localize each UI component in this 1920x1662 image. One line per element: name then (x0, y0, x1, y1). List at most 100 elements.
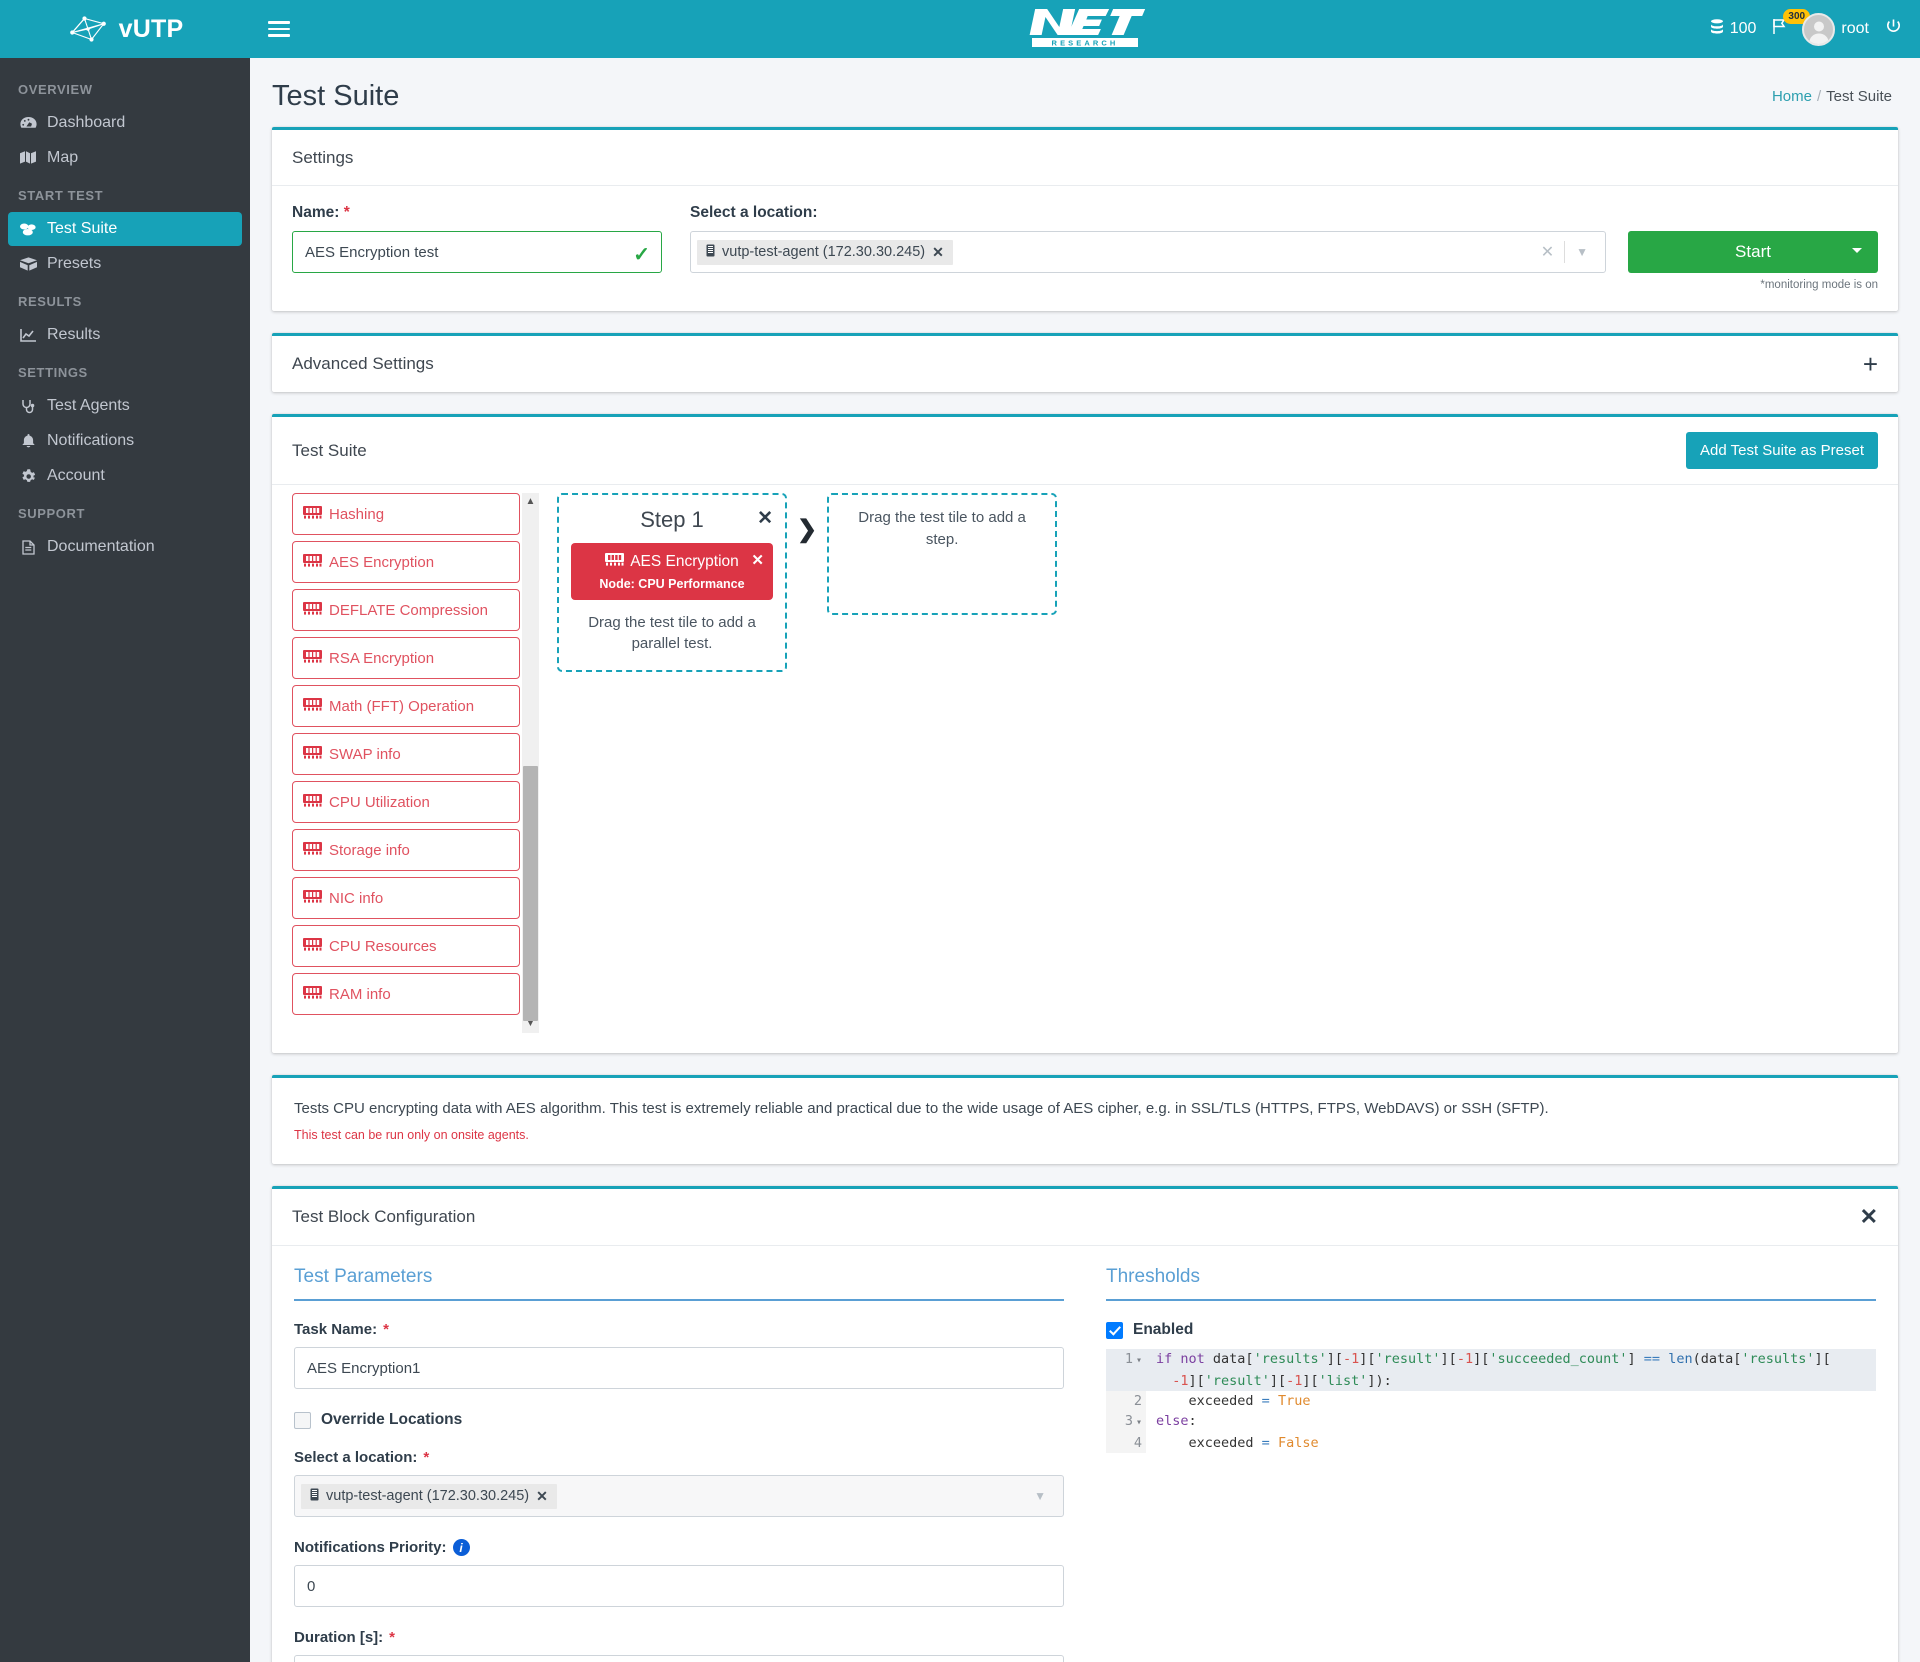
code-line: -1]['result'][-1]['list']): (1106, 1371, 1876, 1391)
test-tile-label: CPU Resources (329, 937, 437, 955)
clear-icon[interactable]: ✕ (1531, 242, 1564, 262)
test-tile-swap-info[interactable]: SWAP info (292, 733, 520, 775)
code-line: 2 exceeded = True (1106, 1391, 1876, 1411)
close-icon[interactable]: ✕ (1860, 1204, 1878, 1230)
flag-indicator[interactable]: 300 (1772, 9, 1811, 40)
test-tile-hashing[interactable]: Hashing (292, 493, 520, 535)
test-tile-rsa-encryption[interactable]: RSA Encryption (292, 637, 520, 679)
required-marker: * (389, 1629, 396, 1646)
sidebar-item-account[interactable]: Account (8, 459, 242, 493)
test-suite-card: Test Suite Add Test Suite as Preset Hash… (272, 414, 1898, 1053)
task-name-input[interactable] (294, 1347, 1064, 1389)
sidebar-item-label: Presets (47, 255, 102, 272)
chevron-down-icon[interactable]: ▼ (1023, 1489, 1057, 1503)
test-tile-label: AES Encryption (329, 553, 435, 571)
notifications-priority-input[interactable] (294, 1565, 1064, 1607)
test-tile-ram-info[interactable]: RAM info (292, 973, 520, 1015)
main-area: RESEARCH 100 300 root Test Suite Home / … (250, 0, 1920, 1662)
add-test-suite-as-preset-button[interactable]: Add Test Suite as Preset (1686, 432, 1878, 469)
thresholds-enabled-row[interactable]: Enabled (1106, 1321, 1876, 1339)
fold-arrow-icon[interactable]: ▾ (1136, 1417, 1142, 1428)
test-tile-deflate-compression[interactable]: DEFLATE Compression (292, 589, 520, 631)
sidebar-item-dashboard[interactable]: Dashboard (8, 106, 242, 140)
tile-list-scrollbar[interactable]: ▲ ▼ (522, 493, 539, 1033)
config-location-chip[interactable]: vutp-test-agent (172.30.30.245) ✕ (301, 1483, 557, 1509)
thresholds-code-editor[interactable]: 1 ▾ if not data['results'][-1]['result'][… (1106, 1349, 1876, 1453)
advanced-settings-card[interactable]: Advanced Settings + (272, 333, 1898, 392)
close-icon[interactable]: ✕ (536, 1488, 548, 1505)
sidebar-item-results[interactable]: Results (8, 318, 242, 352)
brand-logo-area[interactable]: vUTP (0, 0, 250, 58)
sidebar-item-test-suite[interactable]: Test Suite (8, 212, 242, 246)
test-tile-aes-encryption[interactable]: AES Encryption (292, 541, 520, 583)
start-button[interactable]: Start (1628, 231, 1878, 273)
plus-icon[interactable]: + (1863, 351, 1878, 377)
override-locations-row[interactable]: Override Locations (294, 1411, 1064, 1429)
settings-title: Settings (292, 147, 354, 167)
test-tile-cpu-utilization[interactable]: CPU Utilization (292, 781, 520, 823)
thresholds-heading: Thresholds (1106, 1266, 1876, 1301)
sidebar-item-test-agents[interactable]: Test Agents (8, 389, 242, 423)
fold-arrow-icon[interactable]: ▾ (1136, 1355, 1142, 1366)
breadcrumb-current: Test Suite (1826, 88, 1892, 105)
monitoring-note: *monitoring mode is on (1760, 279, 1878, 291)
logout-button[interactable] (1885, 18, 1902, 40)
test-tile-cpu-resources[interactable]: CPU Resources (292, 925, 520, 967)
step-1-container[interactable]: ✕ Step 1 ✕ AES Encryption Node: CPU Perf… (557, 493, 787, 672)
close-icon[interactable]: ✕ (751, 551, 764, 569)
test-tile-storage-info[interactable]: Storage info (292, 829, 520, 871)
override-locations-label: Override Locations (321, 1411, 463, 1428)
ram-module-icon (303, 697, 322, 715)
config-body: Test Parameters Task Name:* Override Loc… (272, 1246, 1898, 1662)
nav-header-results: RESULTS (18, 294, 82, 309)
close-icon[interactable]: ✕ (932, 244, 944, 261)
user-menu[interactable]: root (1802, 12, 1869, 46)
scrollbar-thumb[interactable] (523, 766, 538, 1021)
hamburger-icon[interactable] (268, 17, 290, 41)
duration-label: Duration [s]: * (294, 1629, 396, 1646)
sidebar-item-notifications[interactable]: Notifications (8, 424, 242, 458)
test-tile-list: Hashing AES Encryption DEFLATE Compressi… (292, 493, 522, 1033)
test-suite-icon (18, 222, 38, 236)
test-tile-nic-info[interactable]: NIC info (292, 877, 520, 919)
settings-card-header: Settings (272, 130, 1898, 186)
override-locations-checkbox[interactable] (294, 1411, 311, 1429)
chevron-down-icon[interactable]: ▼ (1565, 245, 1599, 259)
test-name-input[interactable] (292, 231, 662, 273)
close-icon[interactable]: ✕ (757, 507, 773, 530)
test-block-aes-encryption[interactable]: ✕ AES Encryption Node: CPU Performance (571, 543, 773, 600)
caret-down-icon[interactable] (1852, 248, 1862, 258)
app-root: vUTP OVERVIEW Dashboard Map START TEST T… (0, 0, 1920, 1662)
ram-module-icon (303, 505, 322, 523)
test-tile-label: RAM info (329, 985, 391, 1003)
duration-input[interactable] (294, 1655, 1064, 1662)
config-header: Test Block Configuration ✕ (272, 1189, 1898, 1246)
required-marker: * (423, 1449, 430, 1466)
location-select[interactable]: vutp-test-agent (172.30.30.245) ✕ ✕ ▼ (690, 231, 1606, 273)
sidebar-item-presets[interactable]: Presets (8, 247, 242, 281)
location-chip[interactable]: vutp-test-agent (172.30.30.245) ✕ (697, 239, 953, 265)
location-label: Select a location: (690, 204, 818, 221)
breadcrumb-home[interactable]: Home (1772, 88, 1812, 105)
add-step-drop-zone[interactable]: Drag the test tile to add a step. (827, 493, 1058, 615)
test-tile-math-fft-operation[interactable]: Math (FFT) Operation (292, 685, 520, 727)
username-label: root (1841, 20, 1869, 37)
settings-card-body: Name: * ✓ Select a location: (272, 186, 1898, 311)
config-location-select[interactable]: vutp-test-agent (172.30.30.245) ✕ ▼ (294, 1475, 1064, 1517)
config-location-chip-label: vutp-test-agent (172.30.30.245) (326, 1488, 530, 1504)
sidebar-item-label: Dashboard (47, 114, 126, 131)
config-location-label: Select a location: * (294, 1449, 430, 1466)
document-icon (18, 539, 38, 555)
thresholds-enabled-checkbox[interactable] (1106, 1321, 1123, 1339)
credits-indicator[interactable]: 100 (1710, 18, 1756, 40)
scroll-up-arrow-icon[interactable]: ▲ (526, 493, 536, 511)
nav-header-overview: OVERVIEW (18, 82, 93, 97)
sidebar-item-documentation[interactable]: Documentation (8, 530, 242, 564)
advanced-settings-header[interactable]: Advanced Settings + (272, 336, 1898, 392)
code-text: exceeded = True (1156, 1393, 1311, 1409)
scrollbar-track[interactable] (522, 511, 539, 1021)
select-tools: ✕ ▼ (1531, 241, 1599, 263)
ram-module-icon (303, 553, 322, 571)
sidebar-item-map[interactable]: Map (8, 141, 242, 175)
info-icon[interactable]: i (452, 1539, 470, 1556)
